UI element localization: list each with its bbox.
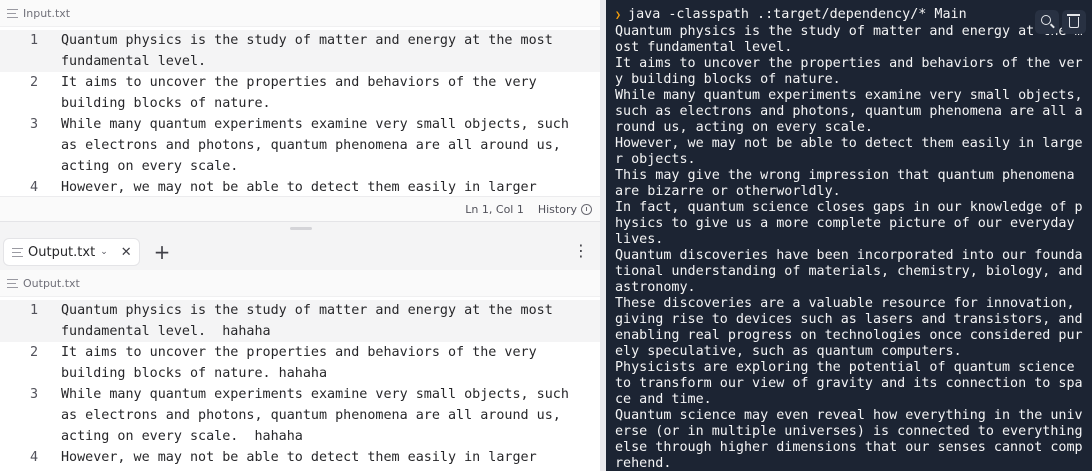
code-line[interactable]: 3 While many quantum experiments examine… <box>0 114 600 177</box>
output-filename: Output.txt <box>23 276 80 290</box>
line-text[interactable]: Quantum physics is the study of matter a… <box>38 300 586 342</box>
file-lines-icon <box>7 8 18 18</box>
line-number: 1 <box>29 33 38 48</box>
drag-grip[interactable] <box>290 227 312 230</box>
cursor-position[interactable]: Ln 1, Col 1 <box>465 203 524 216</box>
terminal-toolbar <box>1035 10 1086 34</box>
line-number: 1 <box>29 303 38 318</box>
output-editor-pane: Output.txt 1 Quantum physics is the stud… <box>0 270 600 471</box>
terminal-panel[interactable]: ❯ java -classpath .:target/dependency/* … <box>606 0 1092 471</box>
input-code-area[interactable]: 1 Quantum physics is the study of matter… <box>0 27 600 219</box>
line-text[interactable]: It aims to uncover the properties and be… <box>38 72 586 114</box>
file-lines-icon <box>7 278 18 288</box>
file-lines-icon <box>12 247 23 257</box>
more-options-icon[interactable]: ⋮ <box>573 243 589 259</box>
output-code-area[interactable]: 1 Quantum physics is the study of matter… <box>0 297 600 468</box>
tab-output[interactable]: Output.txt ⌄ ✕ <box>3 238 140 266</box>
line-text[interactable]: While many quantum experiments examine v… <box>38 384 586 447</box>
history-label: History <box>537 203 577 216</box>
code-line[interactable]: 2 It aims to uncover the properties and … <box>0 72 600 114</box>
add-tab-button[interactable]: + <box>154 242 171 262</box>
clear-console-button[interactable] <box>1062 10 1086 34</box>
code-line[interactable]: 2 It aims to uncover the properties and … <box>0 342 600 384</box>
line-number: 2 <box>29 75 38 90</box>
pane-resize-handle[interactable] <box>0 222 600 234</box>
chevron-right-icon: ❯ <box>615 10 622 21</box>
code-line[interactable]: 4 However, we may not be able to detect … <box>0 447 600 468</box>
clock-icon <box>581 204 592 215</box>
line-text[interactable]: It aims to uncover the properties and be… <box>38 342 586 384</box>
input-file-header: Input.txt <box>0 0 600 27</box>
code-line[interactable]: 1 Quantum physics is the study of matter… <box>0 300 600 342</box>
history-button[interactable]: History <box>538 203 592 216</box>
terminal-search-button[interactable] <box>1035 10 1059 34</box>
line-text[interactable]: However, we may not be able to detect th… <box>38 447 586 468</box>
trash-icon <box>1067 14 1080 28</box>
code-line[interactable]: 1 Quantum physics is the study of matter… <box>0 30 600 72</box>
line-text[interactable]: While many quantum experiments examine v… <box>38 114 586 177</box>
editor-status-bar: Ln 1, Col 1 History <box>0 196 600 221</box>
line-number: 3 <box>29 387 38 402</box>
search-icon <box>1041 15 1051 25</box>
line-number: 3 <box>29 117 38 132</box>
terminal-command-line: ❯ java -classpath .:target/dependency/* … <box>615 7 1087 24</box>
editor-column: Input.txt 1 Quantum physics is the study… <box>0 0 600 471</box>
terminal-command: java -classpath .:target/dependency/* Ma… <box>628 7 967 22</box>
line-number: 2 <box>29 345 38 360</box>
tab-label: Output.txt <box>28 244 96 260</box>
line-number: 4 <box>29 450 38 465</box>
input-editor-pane: Input.txt 1 Quantum physics is the study… <box>0 0 600 222</box>
line-text[interactable]: Quantum physics is the study of matter a… <box>38 30 586 72</box>
output-tab-bar: Output.txt ⌄ ✕ + ⋮ <box>0 234 600 270</box>
close-icon[interactable]: ✕ <box>121 245 132 260</box>
code-line[interactable]: 3 While many quantum experiments examine… <box>0 384 600 447</box>
terminal-content[interactable]: ❯ java -classpath .:target/dependency/* … <box>615 7 1087 471</box>
output-file-header: Output.txt <box>0 270 600 297</box>
input-filename: Input.txt <box>23 6 71 20</box>
terminal-output[interactable]: Quantum physics is the study of matter a… <box>615 24 1087 471</box>
chevron-down-icon[interactable]: ⌄ <box>100 247 108 257</box>
